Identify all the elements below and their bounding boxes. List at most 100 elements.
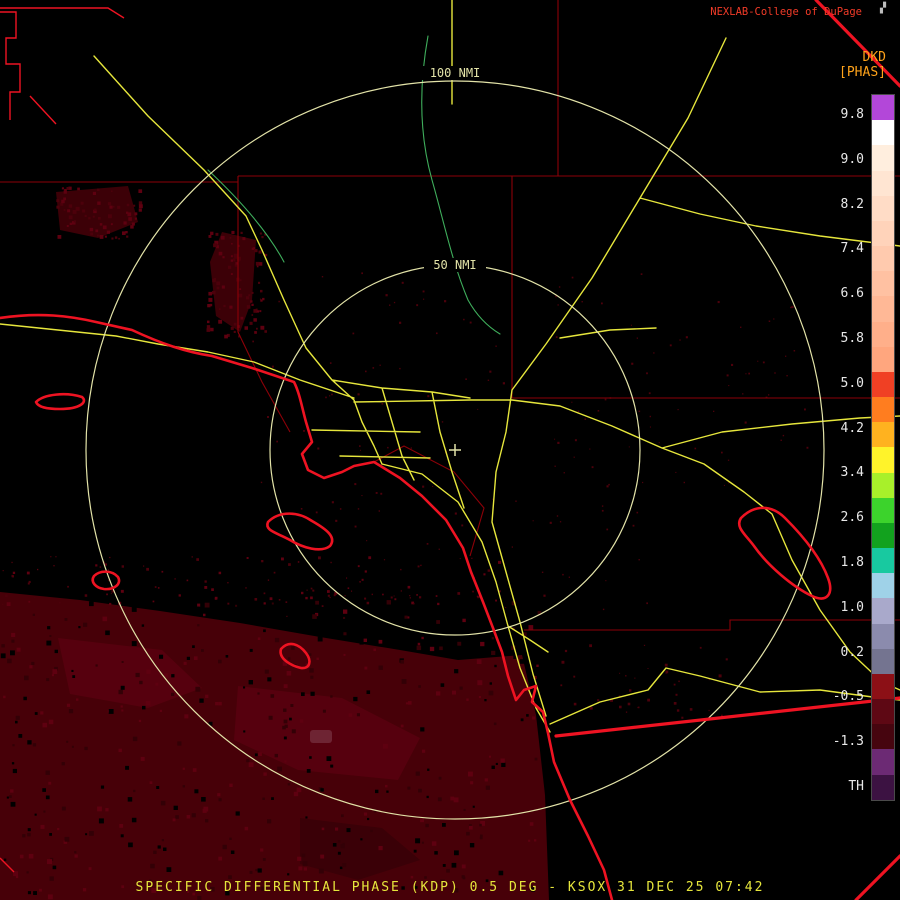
echo-speckle-dot [699, 646, 702, 649]
echo-speckle-dot [608, 483, 610, 486]
echo-speckle-dot [310, 596, 313, 600]
echo-speckle-dot [658, 442, 660, 444]
echo-speckle-dot [421, 841, 424, 844]
echo-speckle-dot [161, 570, 164, 573]
echo-speckle-dot [382, 593, 384, 596]
inner-ring-label: 50 NMI [433, 258, 476, 272]
echo-speckle-dot [138, 201, 143, 205]
echo-speckle-dot [625, 711, 628, 713]
product-caption: SPECIFIC DIFFERENTIAL PHASE (KDP) 0.5 DE… [135, 880, 765, 895]
echo-speckle-dot [469, 321, 472, 324]
echo-speckle-dot [541, 571, 544, 573]
island-catalina [266, 512, 334, 551]
echo-speckle-dot [296, 787, 302, 793]
echo-speckle-dot [381, 612, 386, 617]
echo-speckle-dot [297, 561, 300, 563]
echo-speckle-dot [138, 208, 142, 212]
echo-speckle-dot [159, 654, 164, 659]
echo-speckle-dot [364, 597, 367, 600]
echo-speckle-dot [577, 410, 580, 413]
echo-speckle-dot [171, 674, 175, 678]
echo-speckle-dot [305, 816, 308, 819]
echo-speckle-dot [326, 756, 332, 761]
echo-speckle-dot [488, 690, 494, 696]
echo-speckle-dot [480, 641, 485, 647]
echo-speckle-dot [28, 853, 34, 859]
echo-speckle-dot [193, 656, 198, 660]
echo-speckle-dot [386, 600, 391, 605]
echo-speckle-dot [2, 603, 4, 606]
echo-speckle-dot [780, 439, 782, 441]
echo-speckle-dot [380, 492, 383, 495]
echo-speckle-dot [69, 222, 72, 225]
echo-speckle-dot [249, 321, 253, 325]
echo-speckle-dot [298, 866, 303, 871]
echo-speckle-dot [454, 512, 457, 515]
echo-speckle-dot [306, 769, 311, 773]
echo-speckle-dot [299, 719, 304, 723]
scale-label: 5.8 [840, 331, 864, 346]
echo-speckle-dot [604, 398, 607, 401]
echo-speckle-dot [378, 846, 383, 851]
echo-speckle-dot [121, 565, 124, 568]
echo-speckle-dot [400, 724, 404, 728]
echo-speckle-dot [206, 325, 211, 329]
echo-speckle-dot [606, 485, 609, 488]
echo-speckle-dot [138, 189, 143, 193]
echo-speckle-dot [284, 724, 288, 728]
echo-speckle-dot [11, 762, 15, 765]
echo-speckle-dot [426, 543, 429, 545]
echo-speckle-dot [99, 235, 104, 239]
echo-speckle-dot [434, 851, 438, 855]
echo-speckle-dot [562, 573, 564, 576]
echo-speckle-dot [343, 609, 348, 614]
echo-speckle-dot [589, 644, 592, 648]
echo-speckle-dot [619, 672, 621, 674]
scale-label: TH [848, 779, 864, 794]
echo-speckle-dot [536, 664, 539, 667]
echo-speckle-dot [37, 568, 39, 571]
echo-speckle-dot [40, 711, 44, 715]
echo-speckle-dot [120, 834, 124, 838]
echo-speckle-dot [89, 831, 94, 836]
scale-segment [872, 472, 894, 498]
echo-speckle-dot [740, 326, 742, 328]
echo-speckle-dot [511, 546, 513, 548]
echo-speckle-dot [163, 847, 167, 851]
echo-speckle-dot [192, 645, 195, 648]
echo-speckle-dot [390, 596, 393, 599]
echo-speckle-dot [221, 285, 225, 289]
echo-speckle-dot [195, 686, 201, 692]
echo-speckle-dot [361, 272, 363, 275]
echo-speckle-dot [243, 686, 246, 689]
echo-speckle-dot [310, 587, 313, 590]
echo-speckle-dot [806, 446, 809, 449]
echo-speckle-dot [222, 256, 225, 259]
echo-speckle-dot [515, 500, 517, 502]
echo-speckle-dot [283, 708, 287, 712]
echo-speckle-dot [725, 658, 728, 661]
echo-speckle-dot [519, 659, 525, 664]
scale-segment [872, 573, 894, 599]
echo-speckle-dot [56, 205, 60, 209]
echo-speckle-dot [285, 601, 288, 603]
echo-speckle-dot [413, 849, 417, 853]
echo-speckle-dot [257, 692, 260, 695]
echo-speckle-dot [589, 706, 593, 710]
echo-speckle-dot [99, 223, 103, 226]
echo-speckle-dot [466, 698, 469, 701]
echo-speckle-dot [642, 481, 644, 484]
echo-speckle-dot [7, 658, 12, 664]
echo-speckle-dot [283, 684, 288, 689]
echo-speckle-dot [283, 719, 288, 724]
echo-speckle-dot [3, 858, 7, 861]
echo-speckle-dot [357, 508, 360, 510]
echo-speckle-dot [305, 596, 308, 600]
echo-speckle-dot [97, 201, 101, 205]
echo-speckle-dot [262, 797, 265, 800]
echo-speckle-dot [256, 310, 259, 313]
echo-speckle-dot [183, 661, 187, 665]
echo-speckle-dot [72, 210, 77, 214]
echo-speckle-dot [164, 673, 169, 678]
echo-speckle-dot [450, 796, 455, 801]
